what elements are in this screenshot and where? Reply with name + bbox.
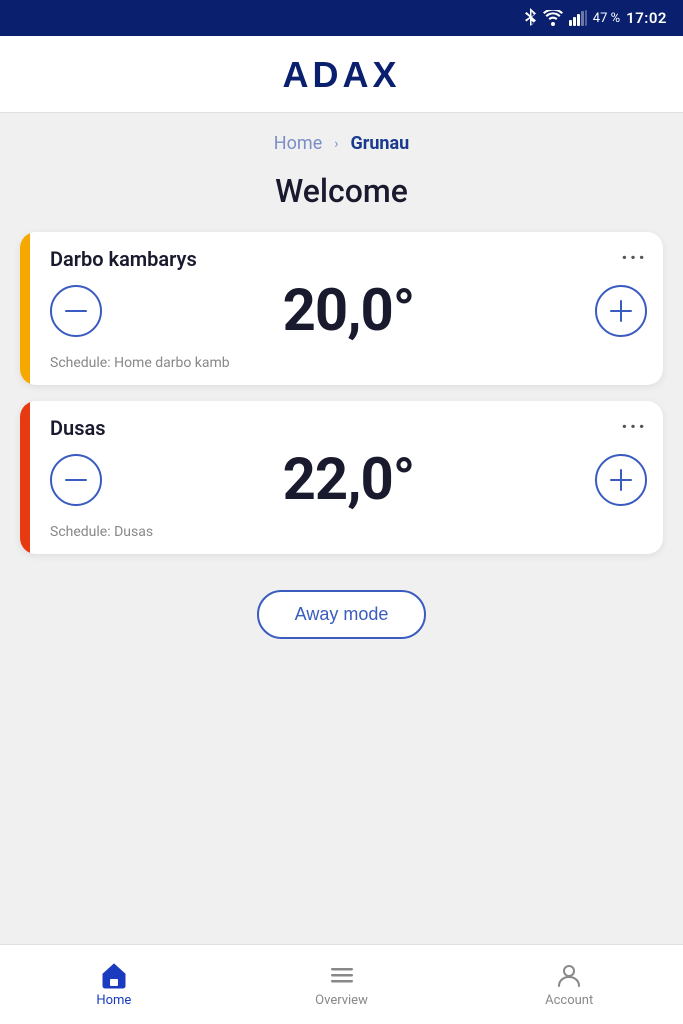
app-logo: ADAX bbox=[282, 54, 400, 96]
increase-temp-1[interactable] bbox=[595, 285, 647, 337]
nav-item-overview[interactable]: Overview bbox=[228, 945, 456, 1024]
battery-percentage: 47 % bbox=[593, 11, 620, 26]
breadcrumb-current: Grunau bbox=[350, 133, 409, 154]
account-icon bbox=[555, 961, 583, 989]
bluetooth-icon bbox=[523, 8, 537, 28]
nav-label-home: Home bbox=[96, 993, 131, 1008]
device-menu-1[interactable]: ··· bbox=[621, 246, 647, 271]
device-name-1: Darbo kambarys bbox=[50, 247, 197, 271]
status-time: 17:02 bbox=[626, 9, 667, 27]
breadcrumb: Home › Grunau bbox=[0, 113, 683, 162]
device-schedule-1: Schedule: Home darbo kamb bbox=[50, 355, 647, 371]
decrease-temp-1[interactable] bbox=[50, 285, 102, 337]
nav-item-account[interactable]: Account bbox=[455, 945, 683, 1024]
device-accent-1 bbox=[20, 232, 30, 385]
breadcrumb-separator: › bbox=[334, 136, 338, 152]
device-accent-2 bbox=[20, 401, 30, 554]
device-temp-row-2: 22,0° bbox=[50, 446, 647, 514]
bottom-nav: Home Overview Account bbox=[0, 944, 683, 1024]
status-bar: 47 % 17:02 bbox=[0, 0, 683, 36]
decrease-temp-2[interactable] bbox=[50, 454, 102, 506]
home-icon bbox=[100, 961, 128, 989]
main-content: Darbo kambarys ··· 20,0° Schedule: Home … bbox=[0, 232, 683, 944]
device-temperature-2: 22,0° bbox=[283, 446, 415, 514]
device-header-2: Dusas ··· bbox=[50, 415, 647, 440]
device-body-2: Dusas ··· 22,0° Schedule: Dusas bbox=[30, 401, 663, 554]
nav-item-home[interactable]: Home bbox=[0, 945, 228, 1024]
device-menu-2[interactable]: ··· bbox=[621, 415, 647, 440]
device-name-2: Dusas bbox=[50, 416, 106, 440]
device-header-1: Darbo kambarys ··· bbox=[50, 246, 647, 271]
increase-temp-2[interactable] bbox=[595, 454, 647, 506]
device-schedule-2: Schedule: Dusas bbox=[50, 524, 647, 540]
nav-label-account: Account bbox=[545, 993, 593, 1008]
status-icons: 47 % 17:02 bbox=[523, 8, 667, 28]
breadcrumb-home[interactable]: Home bbox=[274, 133, 322, 154]
device-card-1: Darbo kambarys ··· 20,0° Schedule: Home … bbox=[20, 232, 663, 385]
device-temp-row-1: 20,0° bbox=[50, 277, 647, 345]
away-mode-button[interactable]: Away mode bbox=[257, 590, 427, 639]
signal-icon bbox=[569, 10, 587, 26]
device-card-2: Dusas ··· 22,0° Schedule: Dusas bbox=[20, 401, 663, 554]
app-header: ADAX bbox=[0, 36, 683, 113]
device-temperature-1: 20,0° bbox=[283, 277, 415, 345]
away-mode-container: Away mode bbox=[20, 570, 663, 655]
device-body-1: Darbo kambarys ··· 20,0° Schedule: Home … bbox=[30, 232, 663, 385]
nav-label-overview: Overview bbox=[315, 993, 368, 1008]
welcome-title: Welcome bbox=[0, 162, 683, 232]
overview-icon bbox=[328, 961, 356, 989]
wifi-icon bbox=[543, 10, 563, 26]
